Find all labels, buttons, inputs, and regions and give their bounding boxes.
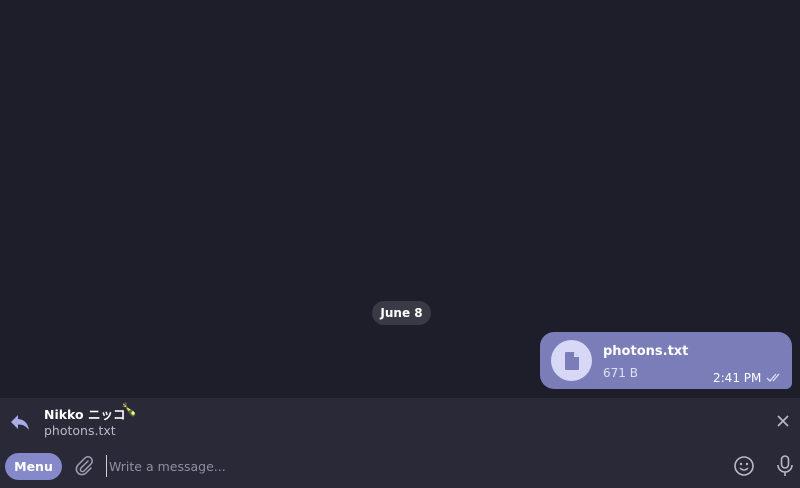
reply-preview-text: photons.txt <box>44 423 116 438</box>
reply-author: Nikko ニッコ <box>44 407 126 422</box>
composer-area: Nikko ニッコ 🍾 photons.txt Menu <box>0 398 800 488</box>
menu-button[interactable]: Menu <box>5 453 62 480</box>
emoji-icon[interactable] <box>733 455 755 477</box>
document-icon <box>564 351 579 370</box>
double-check-icon <box>766 373 780 382</box>
microphone-icon[interactable] <box>775 454 795 478</box>
file-name: photons.txt <box>603 344 689 359</box>
bottle-icon: 🍾 <box>121 403 138 418</box>
message-input[interactable] <box>106 455 709 477</box>
file-size: 671 B <box>603 366 638 380</box>
paperclip-icon[interactable] <box>73 455 95 477</box>
reply-arrow-icon <box>11 415 29 430</box>
file-download-button[interactable] <box>551 340 592 381</box>
close-reply-icon[interactable] <box>775 413 791 429</box>
outgoing-file-message[interactable]: photons.txt 671 B 2:41 PM <box>540 332 792 389</box>
message-list[interactable]: June 8 photons.txt 671 B 2:41 PM <box>0 0 800 398</box>
chat-window: June 8 photons.txt 671 B 2:41 PM Nikko ニ… <box>0 0 800 488</box>
message-time: 2:41 PM <box>713 371 762 385</box>
date-separator: June 8 <box>372 301 431 325</box>
